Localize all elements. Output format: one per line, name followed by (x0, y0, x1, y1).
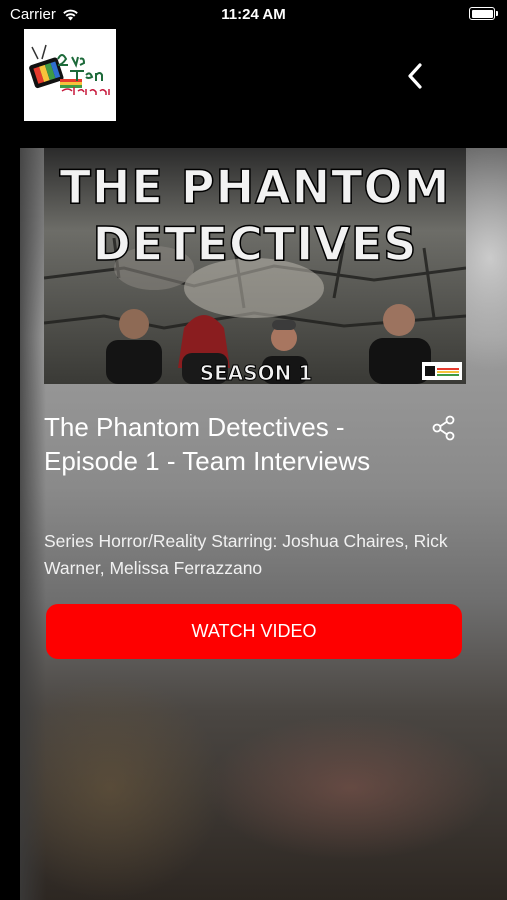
status-bar: Carrier 11:24 AM (0, 0, 507, 28)
episode-description: Series Horror/Reality Starring: Joshua C… (44, 531, 448, 578)
chevron-left-icon (408, 63, 422, 89)
logo-graphic (29, 44, 110, 95)
battery-icon (469, 7, 498, 20)
2nd-team-entertainment-logo (24, 29, 116, 121)
episode-detail: THE PHANTOM DETECTIVES SEASON 1 The Phan… (20, 148, 507, 900)
share-icon (432, 415, 455, 441)
screen: Carrier 11:24 AM THE PHANTOM DETECTIVES … (0, 0, 507, 900)
thumbnail-title-line1: THE PHANTOM (60, 160, 451, 214)
clock: 11:24 AM (221, 6, 286, 23)
episode-thumbnail[interactable]: THE PHANTOM DETECTIVES SEASON 1 (44, 148, 466, 384)
header (0, 28, 507, 122)
back-button[interactable] (398, 58, 434, 94)
thumbnail-art: THE PHANTOM DETECTIVES SEASON 1 (44, 148, 466, 384)
share-button[interactable] (430, 414, 458, 442)
thumbnail-season-label: SEASON 1 (200, 361, 313, 384)
episode-title: The Phantom Detectives - Episode 1 - Tea… (44, 412, 371, 476)
watch-video-button[interactable]: WATCH VIDEO (46, 604, 462, 659)
thumbnail-title-line2: DETECTIVES (93, 217, 418, 271)
